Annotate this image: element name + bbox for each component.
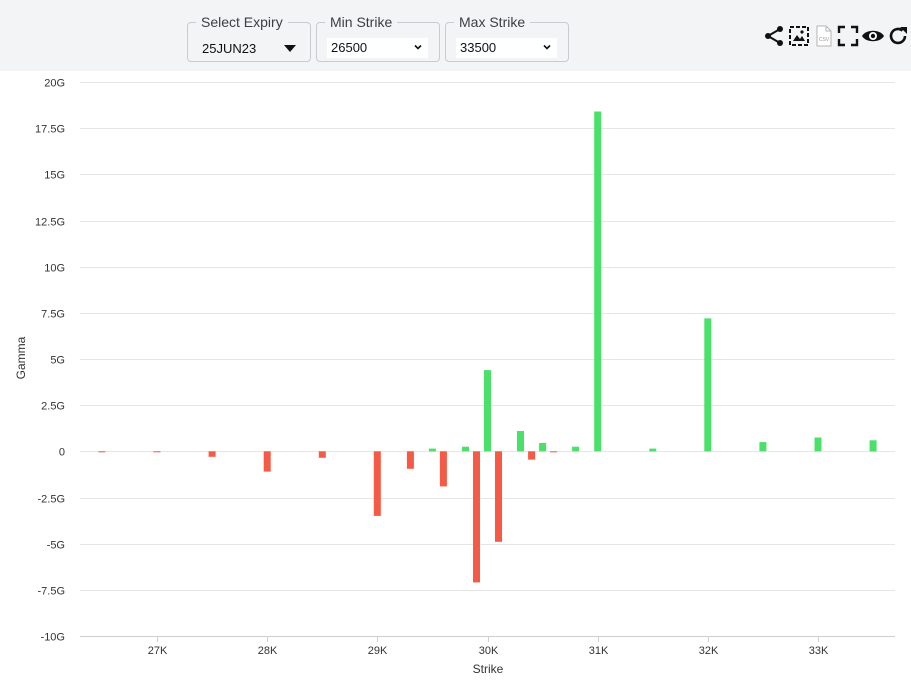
share-icon[interactable]	[762, 24, 786, 48]
bar-strike-32500[interactable]	[759, 442, 767, 452]
bar-strike-27500[interactable]	[208, 451, 216, 457]
csv-icon-text: CSV	[819, 37, 830, 43]
expiry-select-value: 25JUN23	[202, 41, 257, 56]
y-tick-label: -2.5G	[37, 494, 65, 506]
bar-strike-30500[interactable]	[539, 443, 547, 452]
bar-strike-28000[interactable]	[263, 451, 271, 472]
bar-strike-29000[interactable]	[373, 451, 381, 516]
y-tick-label: 15G	[44, 170, 65, 182]
bar-strike-30000[interactable]	[484, 370, 491, 452]
bar-strike-29600[interactable]	[439, 451, 447, 487]
chevron-down-icon	[543, 44, 551, 50]
max-strike-label: Max Strike	[454, 13, 531, 31]
toolbar: Select Expiry 25JUN23 Min Strike 26500 M…	[0, 0, 911, 71]
eye-icon[interactable]	[861, 24, 885, 48]
dropdown-caret-icon	[284, 45, 296, 52]
y-tick-label: -5G	[47, 540, 65, 552]
y-tick-label: 10G	[44, 263, 65, 275]
max-strike-value: 33500	[460, 40, 497, 55]
bar-strike-30800[interactable]	[572, 446, 580, 452]
bar-strike-32000[interactable]	[704, 318, 712, 452]
min-strike-select[interactable]: Min Strike 26500	[316, 13, 440, 62]
bar-strike-29900[interactable]	[473, 451, 480, 583]
min-strike-value: 26500	[331, 40, 368, 55]
image-export-icon[interactable]	[787, 24, 811, 48]
y-tick-label: 20G	[44, 78, 65, 90]
y-axis-label: Gamma	[14, 336, 28, 379]
fullscreen-icon[interactable]	[836, 24, 860, 48]
x-axis-label: Strike	[473, 662, 504, 676]
bar-strike-29300[interactable]	[406, 451, 414, 469]
refresh-icon[interactable]	[886, 24, 910, 48]
x-tick-label: 31K	[589, 645, 609, 657]
bar-strike-30400[interactable]	[528, 451, 536, 460]
y-tick-label: 5G	[50, 355, 65, 367]
x-tick-label: 30K	[479, 645, 499, 657]
y-tick-label: 12.5G	[35, 217, 65, 229]
csv-export-icon[interactable]: CSV	[812, 24, 836, 48]
bar-strike-26500[interactable]	[98, 451, 106, 453]
y-tick-label: 17.5G	[35, 124, 65, 136]
bar-strike-33500[interactable]	[869, 440, 877, 452]
y-tick-label: 2.5G	[41, 401, 65, 413]
gamma-chart: 20G 17.5G 15G 12.5G 10G 7.5G 5G 2.5G 0 -2.5G -5G -7…	[0, 71, 911, 678]
x-tick-label: 28K	[258, 645, 278, 657]
x-tick-label: 33K	[809, 645, 829, 657]
x-tick-label: 32K	[699, 645, 719, 657]
x-tick-label: 27K	[148, 645, 168, 657]
bar-strike-33000[interactable]	[814, 437, 822, 452]
x-tick-label: 29K	[368, 645, 388, 657]
bar-strike-29500[interactable]	[428, 448, 436, 452]
y-tick-label: -7.5G	[37, 586, 65, 598]
gamma-bar-chart: 20G 17.5G 15G 12.5G 10G 7.5G 5G 2.5G 0 -2.5G -5G -7…	[14, 78, 895, 676]
bar-strike-28500[interactable]	[318, 451, 326, 458]
bar-strike-29800[interactable]	[462, 446, 469, 452]
bar-strike-30600[interactable]	[550, 451, 558, 453]
min-strike-label: Min Strike	[325, 13, 398, 31]
min-strike-dropdown[interactable]: 26500	[327, 38, 428, 58]
max-strike-dropdown[interactable]: 33500	[456, 38, 557, 58]
bar-strike-31500[interactable]	[649, 448, 657, 452]
expiry-select[interactable]: Select Expiry 25JUN23	[187, 13, 311, 62]
max-strike-select[interactable]: Max Strike 33500	[445, 13, 569, 62]
y-tick-label: -10G	[41, 632, 65, 644]
bar-strike-27000[interactable]	[153, 451, 161, 453]
y-tick-label: 0	[59, 447, 65, 459]
chevron-down-icon	[414, 44, 422, 50]
expiry-select-label: Select Expiry	[196, 13, 288, 31]
bar-strike-31000[interactable]	[594, 111, 602, 452]
y-tick-label: 7.5G	[41, 309, 65, 321]
bar-strike-30300[interactable]	[517, 431, 524, 452]
bar-strike-30100[interactable]	[495, 451, 502, 542]
